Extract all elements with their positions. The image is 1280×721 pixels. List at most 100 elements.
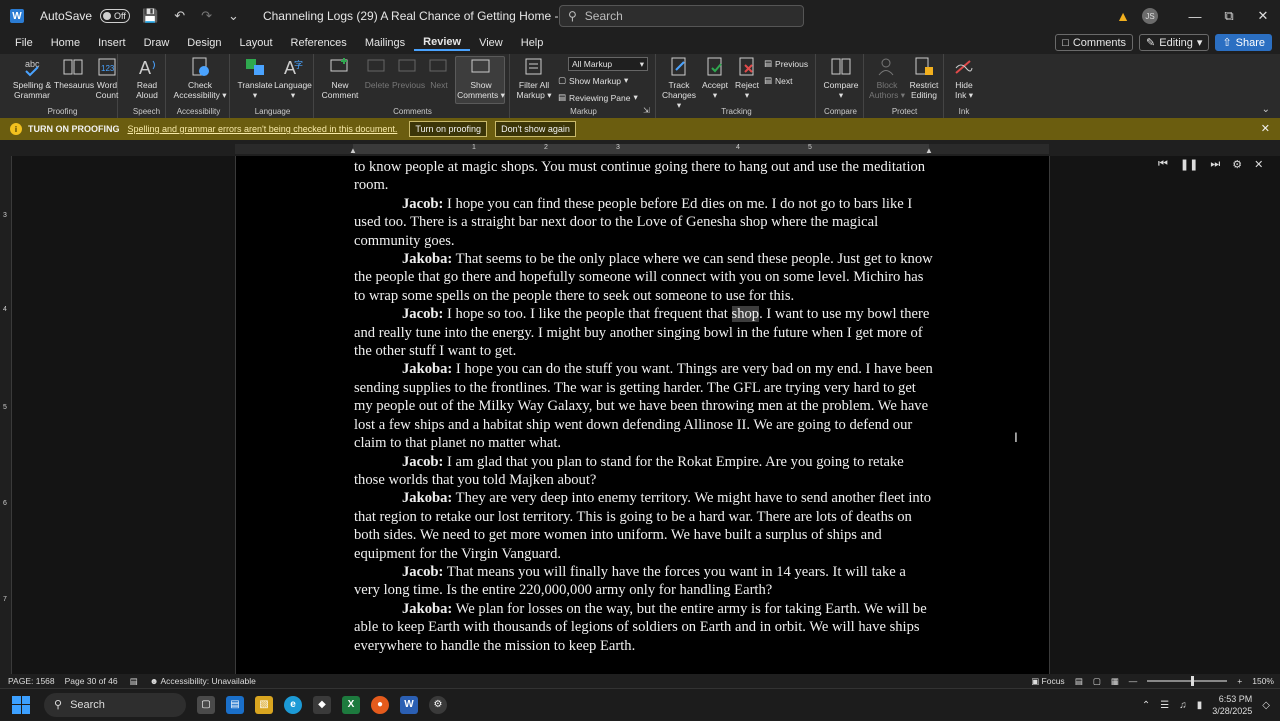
markup-options-icon[interactable]: ⇲	[643, 106, 650, 115]
tab-draw[interactable]: Draw	[135, 37, 179, 49]
document-page[interactable]: to know people at magic shops. You must …	[235, 156, 1050, 674]
tab-review[interactable]: Review	[414, 36, 471, 51]
zoom-out-icon[interactable]: —	[1129, 676, 1138, 686]
close-button[interactable]: ✕	[1246, 8, 1280, 24]
battery-icon[interactable]: ▮	[1197, 700, 1203, 711]
compare-button[interactable]: Compare ▾	[820, 56, 862, 100]
delete-comment-button[interactable]: Delete	[362, 56, 392, 90]
track-changes-button[interactable]: Track Changes ▾	[660, 56, 698, 110]
chevron-up-icon[interactable]: ⌃	[1142, 700, 1150, 711]
show-markup-button[interactable]: ▢ Show Markup ▾	[558, 75, 628, 86]
notepad-icon[interactable]: ▤	[226, 695, 244, 714]
autosave-toggle[interactable]: Off	[100, 9, 131, 23]
warning-icon[interactable]: ▲	[1116, 8, 1130, 24]
app-icon[interactable]: ◆	[313, 695, 331, 714]
zoom-level[interactable]: 150%	[1252, 676, 1274, 686]
infobar-message-link[interactable]: Spelling and grammar errors aren't being…	[128, 124, 398, 134]
filter-icon	[525, 58, 542, 75]
comments-button[interactable]: □ Comments	[1055, 34, 1134, 51]
excel-icon[interactable]: X	[342, 695, 360, 714]
zoom-slider[interactable]	[1147, 676, 1228, 686]
windows-start-icon[interactable]	[12, 695, 30, 714]
chevron-down-icon: ▾	[1196, 37, 1203, 49]
tab-design[interactable]: Design	[178, 37, 230, 49]
new-comment-button[interactable]: New Comment	[318, 56, 362, 100]
word-count-button[interactable]: 123 Word Count	[92, 56, 122, 100]
close-read-aloud-icon[interactable]: ✕	[1254, 158, 1263, 171]
check-accessibility-button[interactable]: Check Accessibility ▾	[172, 56, 228, 100]
tab-references[interactable]: References	[282, 37, 356, 49]
file-explorer-icon[interactable]: ▧	[255, 695, 273, 714]
editing-mode-button[interactable]: ✎ Editing ▾	[1139, 34, 1210, 51]
next-paragraph-icon[interactable]: ⏭	[1210, 158, 1220, 171]
paragraph: Jacob: I hope so too. I like the people …	[354, 306, 930, 360]
accept-button[interactable]: Accept ▾	[698, 56, 732, 100]
language-button[interactable]: A字 Language ▾	[274, 56, 312, 100]
right-indent-marker-icon[interactable]: ▲	[925, 146, 933, 155]
vertical-ruler[interactable]: 3 4 5 6 7	[0, 156, 12, 674]
next-change-button[interactable]: ▤ Next	[764, 75, 793, 86]
tab-layout[interactable]: Layout	[231, 37, 282, 49]
read-mode-icon[interactable]: ▤	[1075, 676, 1083, 687]
reviewing-pane-button[interactable]: ▤ Reviewing Pane ▾	[558, 92, 638, 103]
previous-comment-button[interactable]: Previous	[392, 56, 425, 90]
customize-toolbar-icon[interactable]: ⌄	[224, 8, 243, 24]
tab-file[interactable]: File	[6, 37, 42, 49]
hide-ink-button[interactable]: Hide Ink ▾	[948, 56, 980, 100]
proofing-status-icon[interactable]: ▤	[130, 676, 138, 687]
collapse-ribbon-icon[interactable]: ⌄	[1262, 104, 1270, 115]
horizontal-ruler[interactable]: 1 2 3 4 5 ▲ ▲	[0, 140, 1280, 156]
close-icon[interactable]: ✕	[1261, 122, 1270, 135]
tab-help[interactable]: Help	[512, 37, 553, 49]
app-icon[interactable]: ⚙	[429, 695, 447, 714]
print-layout-icon[interactable]: ▢	[1093, 676, 1101, 687]
spelling-grammar-button[interactable]: abc Spelling & Grammar	[10, 56, 54, 100]
accessibility-status[interactable]: ☻ Accessibility: Unavailable	[150, 676, 256, 686]
search-input[interactable]: ⚲ Search	[559, 5, 804, 27]
task-view-icon[interactable]: ▢	[197, 695, 215, 714]
previous-paragraph-icon[interactable]: ⏮	[1158, 158, 1168, 171]
pause-icon[interactable]: ❚❚	[1180, 158, 1198, 171]
filter-all-markup-button[interactable]: Filter All Markup ▾	[514, 56, 554, 100]
volume-icon[interactable]: ♫	[1179, 700, 1187, 711]
avatar[interactable]: JS	[1142, 8, 1158, 24]
restrict-editing-button[interactable]: Restrict Editing	[906, 56, 942, 100]
dont-show-again-button[interactable]: Don't show again	[495, 121, 576, 137]
notification-icon[interactable]: ◇	[1262, 700, 1270, 711]
block-authors-button[interactable]: Block Authors ▾	[868, 56, 906, 100]
thesaurus-button[interactable]: Thesaurus	[54, 56, 94, 90]
next-comment-button[interactable]: Next	[424, 56, 454, 90]
minimize-button[interactable]: —	[1178, 9, 1212, 24]
web-layout-icon[interactable]: ▦	[1111, 676, 1119, 687]
markup-display-select[interactable]: All Markup ▾	[568, 57, 648, 71]
page-number-label[interactable]: PAGE: 1568	[8, 676, 55, 686]
clock[interactable]: 6:53 PM 3/28/2025	[1212, 693, 1252, 717]
left-indent-marker-icon[interactable]: ▲	[349, 146, 357, 155]
undo-icon[interactable]: ↶	[170, 8, 189, 24]
word-taskbar-icon[interactable]: W	[400, 695, 418, 714]
tab-home[interactable]: Home	[42, 37, 89, 49]
reject-button[interactable]: Reject ▾	[732, 56, 762, 100]
page-count-label[interactable]: Page 30 of 46	[65, 676, 118, 686]
redo-icon[interactable]: ↷	[197, 8, 216, 24]
voice-settings-icon[interactable]: ⚙	[1232, 158, 1242, 171]
tab-insert[interactable]: Insert	[89, 37, 135, 49]
paragraph: Jakoba: I hope you can do the stuff you …	[354, 361, 933, 452]
edge-browser-icon[interactable]: e	[284, 695, 302, 714]
restore-button[interactable]: ⧉	[1212, 8, 1246, 24]
firefox-icon[interactable]: ●	[371, 695, 389, 714]
zoom-in-icon[interactable]: +	[1237, 676, 1242, 686]
save-icon[interactable]: 💾	[138, 8, 162, 24]
document-body[interactable]: to know people at magic shops. You must …	[354, 158, 934, 655]
read-aloud-button[interactable]: A Read Aloud	[130, 56, 164, 100]
show-comments-button[interactable]: Show Comments ▾	[456, 56, 506, 100]
tab-view[interactable]: View	[470, 37, 512, 49]
translate-button[interactable]: Translate ▾	[236, 56, 274, 100]
tab-mailings[interactable]: Mailings	[356, 37, 414, 49]
focus-button[interactable]: ▣ Focus	[1031, 676, 1065, 687]
turn-on-proofing-button[interactable]: Turn on proofing	[409, 121, 488, 137]
taskbar-search[interactable]: ⚲ Search	[44, 692, 186, 717]
share-button[interactable]: ⇧ Share	[1215, 34, 1272, 51]
network-icon[interactable]: ☰	[1160, 700, 1169, 711]
previous-change-button[interactable]: ▤ Previous	[764, 58, 808, 69]
